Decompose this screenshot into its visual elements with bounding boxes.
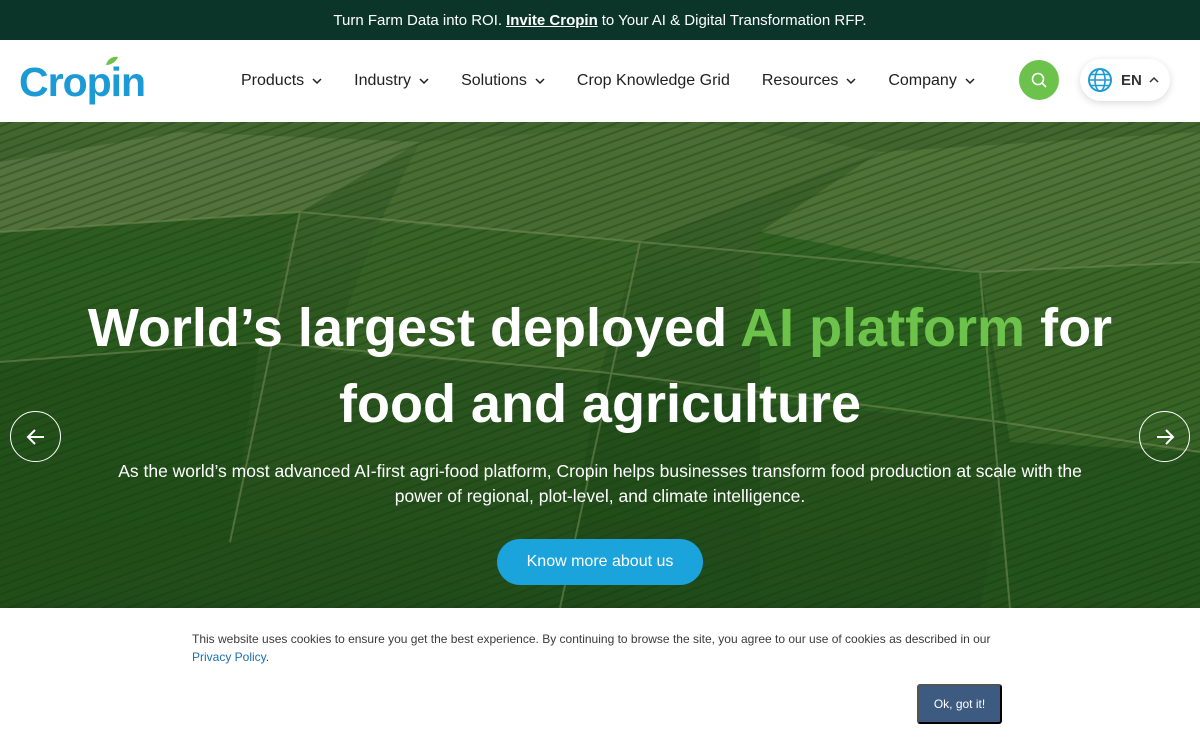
nav-label: Industry [354, 72, 412, 89]
nav-industry[interactable]: Industry [354, 72, 429, 90]
nav-label: Products [241, 72, 305, 89]
language-label: EN [1121, 71, 1142, 89]
globe-icon [1088, 68, 1112, 92]
hero-subtitle: As the world’s most advanced AI-first ag… [118, 461, 1082, 506]
site-header: Cropin Products Industry Solutions Crop … [0, 40, 1200, 122]
privacy-policy-link[interactable]: Privacy Policy [192, 650, 266, 664]
cookie-message: This website uses cookies to ensure you … [192, 630, 1012, 666]
announcement-text: Turn Farm Data into ROI. [333, 11, 503, 29]
main-nav: Products Industry Solutions Crop Knowled… [241, 40, 1007, 122]
carousel-next-button[interactable] [1139, 411, 1190, 462]
nav-company[interactable]: Company [888, 72, 975, 90]
search-icon [1031, 72, 1047, 88]
arrow-left-icon [26, 428, 44, 445]
announcement-text-after: to Your AI & Digital Transformation RFP. [601, 11, 867, 29]
nav-resources[interactable]: Resources [762, 72, 856, 90]
cookie-link-suffix: . [265, 650, 270, 664]
hero-title-line2: food and agriculture [338, 374, 862, 434]
chevron-down-icon [312, 78, 322, 85]
hero-title: World’s largest deployed AI platform for… [0, 290, 1200, 442]
nav-label: Crop Knowledge Grid [576, 72, 730, 89]
hero-title-part1: World’s largest deployed [87, 298, 728, 358]
invite-cropin-link[interactable]: Invite Cropin [506, 12, 598, 29]
arrow-right-icon [1156, 428, 1174, 445]
language-selector[interactable]: EN [1080, 59, 1170, 101]
nav-label: Solutions [461, 72, 527, 89]
nav-label: Company [888, 72, 957, 89]
chevron-down-icon [965, 78, 975, 85]
cookie-banner: This website uses cookies to ensure you … [0, 608, 1200, 750]
nav-label: Resources [761, 72, 839, 89]
search-button[interactable] [1019, 60, 1059, 100]
hero-section: World’s largest deployed AI platform for… [0, 122, 1200, 608]
announcement-bar: Turn Farm Data into ROI. Invite Cropin t… [0, 0, 1200, 40]
logo-text: Cropin [19, 59, 146, 105]
hero-title-part2: for [1040, 298, 1113, 358]
cookie-accept-button[interactable]: Ok, got it! [917, 684, 1002, 724]
cropin-logo[interactable]: Cropin [19, 56, 146, 106]
nav-crop-knowledge-grid[interactable]: Crop Knowledge Grid [577, 72, 730, 90]
nav-solutions[interactable]: Solutions [461, 72, 545, 90]
hero-title-accent: AI platform [740, 298, 1026, 358]
nav-products[interactable]: Products [241, 72, 322, 90]
chevron-down-icon [535, 78, 545, 85]
leaf-icon [106, 56, 118, 65]
chevron-up-icon [1149, 76, 1159, 83]
cookie-text: This website uses cookies to ensure you … [192, 632, 991, 646]
know-more-button[interactable]: Know more about us [497, 539, 703, 585]
chevron-down-icon [419, 78, 429, 85]
carousel-prev-button[interactable] [10, 411, 61, 462]
chevron-down-icon [846, 78, 856, 85]
